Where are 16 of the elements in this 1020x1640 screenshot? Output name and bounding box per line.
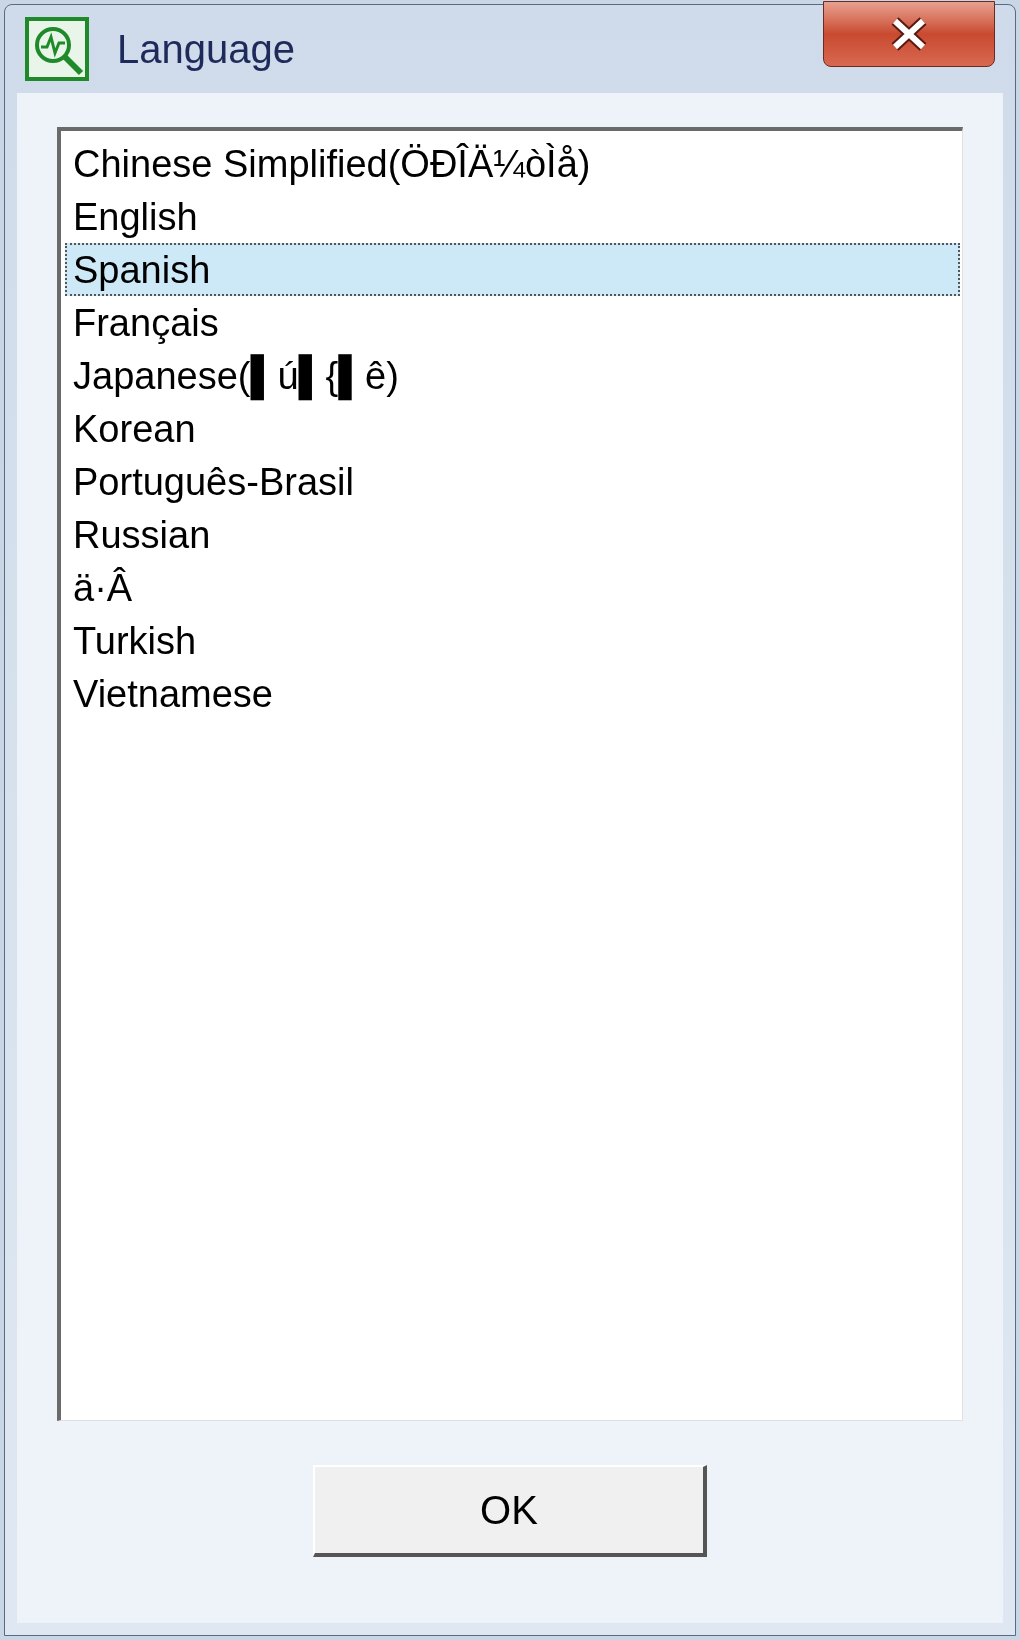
window-title: Language — [117, 26, 295, 73]
language-item[interactable]: Vietnamese — [65, 667, 960, 720]
ok-button[interactable]: OK — [313, 1465, 707, 1557]
language-item[interactable]: Français — [65, 296, 960, 349]
language-item[interactable]: Turkish — [65, 614, 960, 667]
magnifier-chart-icon — [25, 17, 89, 81]
close-button[interactable] — [823, 1, 995, 67]
language-item[interactable]: Spanish — [65, 243, 960, 296]
language-item[interactable]: ä·Â — [65, 561, 960, 614]
language-item[interactable]: Russian — [65, 508, 960, 561]
language-item[interactable]: Chinese Simplified(ÖÐÎÄ¼òÌå) — [65, 137, 960, 190]
language-item[interactable]: Korean — [65, 402, 960, 455]
language-item[interactable]: Português-Brasil — [65, 455, 960, 508]
language-item[interactable]: Japanese(▌ú▌{▌ê) — [65, 349, 960, 402]
close-icon — [889, 17, 929, 51]
language-item[interactable]: English — [65, 190, 960, 243]
